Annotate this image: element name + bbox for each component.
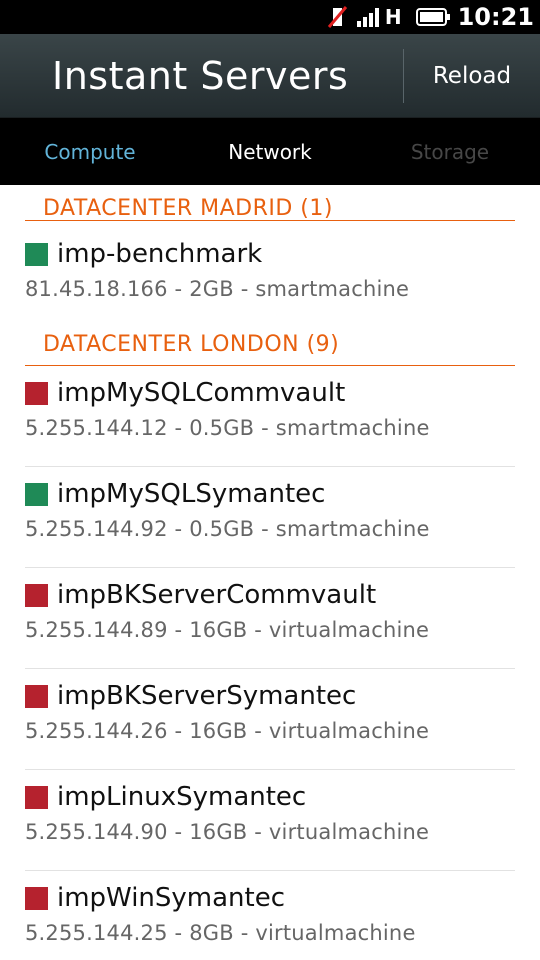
server-item[interactable]: impWinSymantec 5.255.144.25 - 8GB - virt… (25, 871, 515, 960)
tab-storage[interactable]: Storage (360, 140, 540, 164)
battery-icon (415, 0, 450, 34)
server-details: 5.255.144.12 - 0.5GB - smartmachine (25, 416, 430, 440)
section-header-london: DATACENTER LONDON (9) (25, 332, 515, 366)
server-details: 5.255.144.89 - 16GB - virtualmachine (25, 618, 430, 642)
server-details: 5.255.144.90 - 16GB - virtualmachine (25, 820, 430, 844)
status-indicator (25, 242, 48, 266)
status-indicator (25, 785, 48, 809)
server-name: impLinuxSymantec (57, 782, 307, 812)
server-details: 81.45.18.166 - 2GB - smartmachine (25, 277, 410, 301)
server-name: impMySQLSymantec (57, 479, 326, 509)
server-list: DATACENTER MADRID (1) imp-benchmark 81.4… (0, 185, 540, 960)
status-indicator (25, 684, 48, 708)
network-type: H (384, 5, 402, 29)
status-bar: H 10:21 (0, 0, 540, 34)
tab-network[interactable]: Network (180, 140, 360, 164)
server-item[interactable]: impLinuxSymantec 5.255.144.90 - 16GB - v… (25, 770, 515, 871)
page-title: Instant Servers (52, 53, 349, 98)
tab-compute[interactable]: Compute (0, 140, 180, 164)
status-indicator (25, 381, 48, 405)
server-item[interactable]: impMySQLSymantec 5.255.144.92 - 0.5GB - … (25, 467, 515, 568)
server-name: impMySQLCommvault (57, 378, 346, 408)
server-details: 5.255.144.26 - 16GB - virtualmachine (25, 719, 430, 743)
muted-icon (327, 0, 349, 34)
server-item[interactable]: impBKServerCommvault 5.255.144.89 - 16GB… (25, 568, 515, 669)
reload-button[interactable]: Reload (404, 63, 540, 89)
server-details: 5.255.144.25 - 8GB - virtualmachine (25, 921, 416, 945)
section-header-madrid: DATACENTER MADRID (1) (25, 185, 515, 221)
status-indicator (25, 482, 48, 506)
server-item[interactable]: imp-benchmark 81.45.18.166 - 2GB - smart… (25, 221, 515, 332)
server-name: impWinSymantec (57, 883, 286, 913)
server-details: 5.255.144.92 - 0.5GB - smartmachine (25, 517, 430, 541)
server-name: impBKServerCommvault (57, 580, 377, 610)
server-name: impBKServerSymantec (57, 681, 357, 711)
status-indicator (25, 583, 48, 607)
server-item[interactable]: impMySQLCommvault 5.255.144.12 - 0.5GB -… (25, 366, 515, 467)
tab-bar: Compute Network Storage (0, 118, 540, 185)
app-header: Instant Servers Reload (0, 34, 540, 118)
clock: 10:21 (457, 3, 534, 31)
server-item[interactable]: impBKServerSymantec 5.255.144.26 - 16GB … (25, 669, 515, 770)
status-indicator (25, 886, 48, 910)
signal-icon (356, 0, 381, 34)
server-name: imp-benchmark (57, 239, 263, 269)
